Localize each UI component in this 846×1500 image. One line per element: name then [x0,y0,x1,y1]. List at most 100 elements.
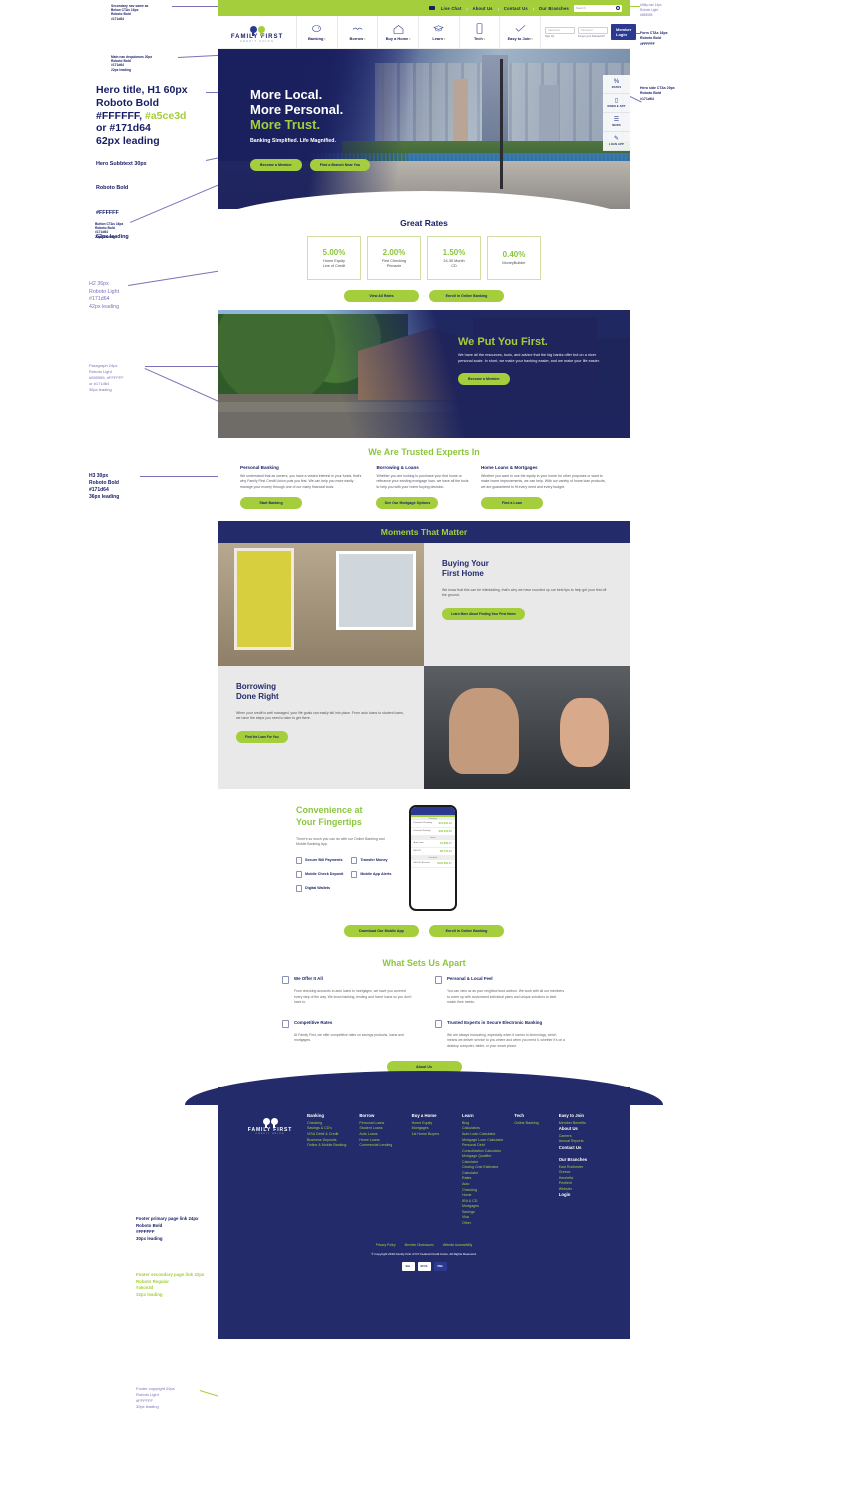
family-home-photo [218,543,424,667]
footer-link[interactable]: Online Banking [514,1121,549,1127]
find-the-loan-button[interactable]: Find the Loan For You [236,730,288,743]
convenience-intro: There's so much you can do with our Onli… [296,836,385,847]
nav-text: Buy a Home [385,35,409,41]
footer-logo[interactable]: FAMILY FIRST CREDIT UNION [242,1113,298,1226]
apart-body: We are always innovating, especially whe… [447,1032,566,1048]
rate-label: Home Equity Line of Credit [322,258,346,268]
footer: FAMILY FIRST CREDIT UNION Banking Checki… [185,1071,663,1340]
chat-icon [428,6,435,10]
convenience-section: Convenience at Your Fingertips There's s… [218,789,630,938]
footer-heading[interactable]: Learn [462,1113,505,1118]
username-input[interactable]: Username [545,26,575,34]
utility-link-live-chat[interactable]: Live Chat [441,6,462,11]
convenience-content: Convenience at Your Fingertips There's s… [218,789,630,912]
apart-cell: Competitive Rates At Family First, we of… [282,1019,413,1050]
chevron-down-icon: ▾ [408,36,411,41]
footer-heading[interactable]: Our Branches [559,1157,606,1162]
side-tab-loan-app[interactable]: ✎ LOAN APP [603,132,630,151]
enroll-online-banking-button[interactable]: Enroll in Online Banking [429,290,504,302]
become-a-member-button[interactable]: Become a Member [250,158,302,171]
learn-more-first-home-button[interactable]: Learn More About Finding Your First Home [442,607,525,620]
moments-body: When your credit is well managed, your l… [236,710,404,721]
download-mobile-app-button[interactable]: Download Our Mobile App [344,925,419,938]
search-input[interactable]: Search [574,4,622,12]
logo[interactable]: FAMILY FIRST CREDIT UNION [218,16,296,48]
rate-card[interactable]: 5.00% Home Equity Line of Credit [307,236,361,280]
moments-row-2: Borrowing Done Right When your credit is… [218,666,630,790]
footer-link[interactable]: Personal Debt Consolidation Calculator [462,1143,505,1154]
account-amount: $39,340.08 [438,830,452,834]
expert-heading: Borrowing & Loans [376,465,419,470]
forgot-password-link[interactable]: Forgot your Password? [578,35,608,38]
footer-heading[interactable]: Tech [514,1113,549,1118]
feature-mobile-check-deposit[interactable]: Mobile Check Deposit [296,870,343,878]
website-accessibility-link[interactable]: Website Accessibility [443,1243,473,1247]
great-rates-title: Great Rates [400,218,448,228]
nav-item-borrow[interactable]: Borrow ▾ [336,16,378,48]
enroll-online-banking-button[interactable]: Enroll in Online Banking [429,925,504,938]
find-a-branch-button[interactable]: Find a Branch Near You [309,158,371,171]
footer-link[interactable]: Online & Mobile Banking [307,1143,350,1149]
footer-link[interactable]: Other [462,1221,505,1227]
footer-heading[interactable]: Contact Us [559,1145,606,1150]
footer-heading[interactable]: Banking [307,1113,350,1118]
utility-link-contact-us[interactable]: Contact Us [504,6,528,11]
footer-heading[interactable]: Borrow [359,1113,402,1118]
apart-heading: Trusted Experts in Secure Electronic Ban… [447,1019,543,1025]
feature-digital-wallets[interactable]: Digital Wallets [296,884,343,892]
utility-link-our-branches[interactable]: Our Branches [539,6,569,11]
footer-link[interactable]: Mortgage Qualifier Calculator [462,1154,505,1165]
footer-heading[interactable]: Login [559,1192,606,1197]
mortgage-options-button[interactable]: See Our Mortgage Options [376,497,439,510]
privacy-policy-link[interactable]: Privacy Policy [376,1243,396,1247]
side-tab-label: NEWS [612,124,621,127]
website-mockup: Live Chat | About Us | Contact Us | Our … [185,0,663,1500]
footer-column-banking: Banking Checking Savings & CD's VISA Deb… [307,1113,350,1226]
footer-heading[interactable]: Easy to Join [559,1113,606,1118]
nav-item-banking[interactable]: Banking ▾ [296,16,337,48]
footer-heading[interactable]: About Us [559,1126,606,1131]
find-a-loan-button[interactable]: Find a Loan [480,497,543,510]
account-name: Personal Checking [413,822,433,825]
phone-account-row: Auto Loan $1,838.47 [410,840,455,848]
rate-card[interactable]: 0.40% MoneyBuilder [487,236,541,280]
feature-transfer-money[interactable]: Transfer Money [351,856,398,864]
logo-tagline: CREDIT UNION [239,40,275,43]
nav-item-easy-to-join[interactable]: Easy to Join ▾ [499,16,540,48]
footer-link[interactable]: Commercial Lending [359,1143,402,1149]
utility-link-about-us[interactable]: About Us [472,6,492,11]
side-tab-mobile-app[interactable]: ▯ MOBILE APP [603,94,630,113]
trusted-experts-columns: Personal Banking We understand that as o… [218,465,630,510]
become-a-member-button[interactable]: Become a Member [458,373,510,386]
ehl-badge-icon: EHL [401,1261,415,1271]
feature-label: Mobile App Alerts [360,872,392,877]
footer-heading[interactable]: Buy a Home [412,1113,453,1118]
hero-buttons: Become a Member Find a Branch Near You [250,158,371,171]
rate-card[interactable]: 1.50% 24-35 Month CD [427,236,481,280]
rate-card[interactable]: 2.00% First Checking Pinnacle [367,236,421,280]
hero-line-2: More Personal. [250,102,344,118]
nav-item-buy-a-home[interactable]: Buy a Home ▾ [377,16,418,48]
footer-link[interactable]: 1st Home Buyers [412,1132,453,1138]
member-login-button[interactable]: Member Login [611,24,637,40]
what-sets-us-apart-title: What Sets Us Apart [382,958,466,969]
side-tab-rates[interactable]: % RATES [603,75,630,94]
footer-link[interactable]: Closing Cost Estimator Calculator [462,1165,505,1176]
sign-up-link[interactable]: Sign Up [545,35,575,38]
view-all-rates-button[interactable]: View All Rates [344,290,419,302]
nav-item-learn[interactable]: Learn ▾ [418,16,459,48]
expert-column: Borrowing & Loans Whether you are lookin… [376,465,471,510]
password-input[interactable]: Password [578,26,608,34]
moments-card: Borrowing Done Right When your credit is… [218,666,424,790]
nav-label: Buy a Home ▾ [386,36,411,41]
feature-mobile-app-alerts[interactable]: Mobile App Alerts [351,870,398,878]
graduation-cap-icon [433,24,445,34]
member-disclosures-link[interactable]: Member Disclosures [405,1243,434,1247]
side-tab-news[interactable]: ☰ NEWS [603,113,630,132]
apart-cell: Personal & Local Feel You can view us as… [435,976,566,1006]
feature-secure-bill-payments[interactable]: Secure Bill Payments [296,856,343,864]
nav-item-tech[interactable]: Tech ▾ [458,16,500,48]
start-banking-button[interactable]: Start Banking [240,497,302,510]
nav-label: Easy to Join ▾ [508,36,533,41]
account-name: HELOC [413,849,422,852]
